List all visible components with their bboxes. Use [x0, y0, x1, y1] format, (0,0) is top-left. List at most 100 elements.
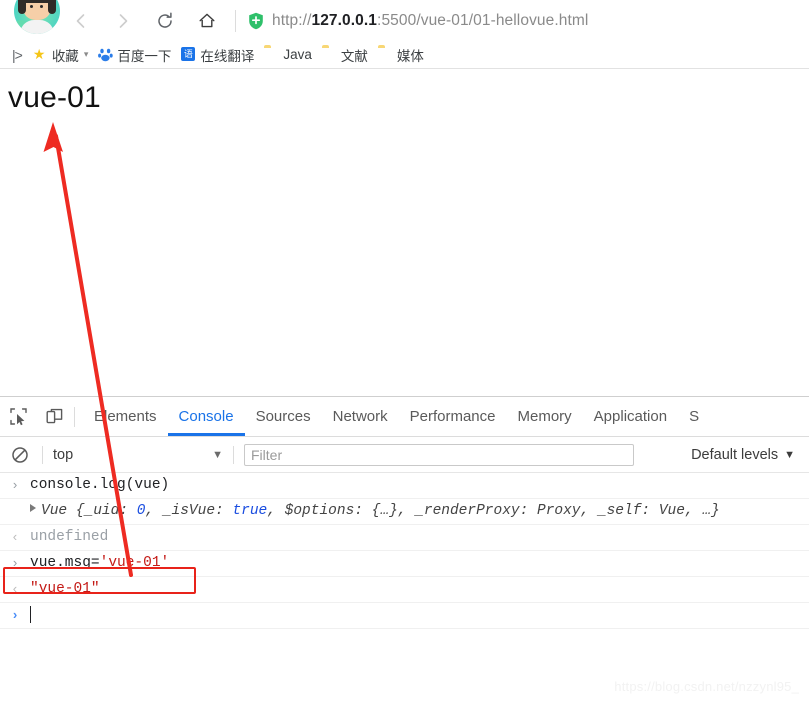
url-path: :5500/vue-01/01-hellovue.html — [377, 11, 589, 29]
chevron-down-icon: ▼ — [784, 448, 795, 461]
avatar-body — [20, 20, 54, 34]
console-prompt-row[interactable]: › — [0, 603, 809, 629]
device-toolbar-icon — [46, 408, 62, 424]
object-mid: , _isVue: — [145, 503, 233, 519]
browser-toolbar: http://127.0.0.1:5500/vue-01/01-hellovue… — [0, 0, 809, 41]
bookmark-translate[interactable]: 语 在线翻译 — [176, 44, 259, 66]
console-context-select[interactable]: top ▼ — [53, 447, 223, 463]
back-button[interactable] — [60, 0, 102, 41]
reload-button[interactable] — [144, 0, 186, 41]
console-command: vue.msg= — [30, 555, 100, 571]
bookmark-label: Java — [283, 47, 312, 62]
console-filter-bar: top ▼ Default levels ▼ — [0, 437, 809, 473]
translate-icon: 语 — [181, 47, 196, 62]
browser-window: http://127.0.0.1:5500/vue-01/01-hellovue… — [0, 0, 809, 701]
object-preview-text: Vue {_uid: 0, _isVue: true, $options: {…… — [41, 503, 720, 519]
device-toolbar-button[interactable] — [36, 397, 72, 437]
page-viewport: vue-01 — [0, 69, 809, 396]
star-icon: ★ — [32, 46, 46, 62]
baidu-icon — [98, 47, 114, 62]
bookmark-wenxian[interactable]: 文献 — [317, 44, 373, 66]
text-cursor — [30, 606, 31, 623]
console-result: undefined — [30, 529, 109, 545]
object-preview[interactable]: Vue {_uid: 0, _isVue: true, $options: {…… — [30, 502, 720, 521]
output-marker-icon: ‹ — [11, 530, 19, 545]
toolbar-divider — [235, 9, 236, 32]
folder-icon — [378, 47, 393, 62]
tab-sources[interactable]: Sources — [245, 397, 322, 436]
tab-memory[interactable]: Memory — [507, 397, 583, 436]
profile-avatar-wrap — [0, 0, 60, 41]
log-levels-label: Default levels — [691, 446, 779, 463]
chevron-down-icon: ▾ — [83, 49, 89, 59]
console-row-undefined: ‹ undefined — [0, 525, 809, 551]
tab-security[interactable]: S — [678, 397, 710, 436]
inspect-element-button[interactable] — [0, 397, 36, 437]
folder-icon — [322, 47, 337, 62]
bookmark-baidu[interactable]: 百度一下 — [93, 44, 176, 66]
filterbar-divider-1 — [42, 445, 43, 464]
clear-console-button[interactable] — [8, 443, 32, 467]
expand-triangle-icon[interactable] — [30, 504, 36, 512]
bookmark-label: 收藏 — [51, 48, 79, 64]
address-bar[interactable]: http://127.0.0.1:5500/vue-01/01-hellovue… — [243, 0, 809, 41]
inspect-element-icon — [9, 408, 27, 426]
devtools-panel: Elements Console Sources Network Perform… — [0, 396, 809, 701]
tab-application[interactable]: Application — [583, 397, 678, 436]
url-display: http://127.0.0.1:5500/vue-01/01-hellovue… — [272, 12, 588, 30]
home-button[interactable] — [186, 0, 228, 41]
log-levels-select[interactable]: Default levels ▼ — [691, 447, 801, 463]
url-scheme: http:// — [272, 11, 312, 29]
console-row-string-result: ‹ "vue-01" — [0, 577, 809, 603]
tab-performance[interactable]: Performance — [399, 397, 507, 436]
output-marker-icon: ‹ — [11, 582, 19, 597]
avatar-hair-right — [48, 0, 56, 14]
prompt-marker-icon: › — [11, 608, 19, 623]
tab-network[interactable]: Network — [322, 397, 399, 436]
avatar-hair-left — [18, 0, 26, 14]
filterbar-divider-2 — [233, 445, 234, 464]
input-marker-icon: › — [11, 556, 19, 571]
clear-console-icon — [12, 446, 28, 463]
console-command-string: 'vue-01' — [99, 555, 170, 571]
avatar-face — [23, 0, 51, 20]
bookmark-label: 百度一下 — [117, 48, 172, 64]
object-tail: , $options: {…}, _renderProxy: Proxy, _s… — [267, 503, 720, 519]
page-title: vue-01 — [8, 81, 101, 114]
bookmark-java[interactable]: Java — [259, 44, 317, 66]
console-command: console.log(vue) — [30, 477, 170, 493]
watermark: https://blog.csdn.net/nzzynl95_ — [614, 679, 799, 694]
bookmark-label: 媒体 — [396, 48, 424, 64]
console-context-value: top — [53, 446, 74, 463]
chevron-down-icon: ▼ — [212, 448, 223, 461]
avatar-eye-right — [40, 5, 43, 8]
shield-icon — [248, 12, 264, 30]
filter-input[interactable] — [244, 443, 634, 466]
tab-elements[interactable]: Elements — [83, 397, 168, 436]
devtools-tabbar: Elements Console Sources Network Perform… — [0, 397, 809, 437]
bookmarks-overflow-icon[interactable]: |> — [6, 47, 28, 63]
console-row-object[interactable]: Vue {_uid: 0, _isVue: true, $options: {…… — [0, 499, 809, 525]
console-output: › console.log(vue) Vue {_uid: 0, _isVue:… — [0, 473, 809, 629]
input-marker-icon: › — [11, 478, 19, 493]
folder-icon — [264, 47, 279, 62]
back-arrow-icon — [76, 13, 85, 28]
bookmark-meiti[interactable]: 媒体 — [373, 44, 429, 66]
object-value-isvue: true — [232, 503, 268, 519]
home-icon — [199, 13, 215, 27]
avatar[interactable] — [14, 0, 60, 34]
console-row-input[interactable]: › console.log(vue) — [0, 473, 809, 499]
console-result: "vue-01" — [30, 581, 100, 597]
tab-console[interactable]: Console — [168, 397, 245, 436]
devtools-divider — [74, 406, 75, 427]
forward-arrow-icon — [119, 13, 128, 28]
bookmark-label: 在线翻译 — [200, 48, 255, 64]
url-host: 127.0.0.1 — [311, 11, 378, 29]
bookmarks-bar: |> ★ 收藏 ▾ 百度一下 语 在线翻译 Java 文献 媒体 — [0, 41, 809, 69]
bookmark-label: 文献 — [340, 48, 368, 64]
reload-icon — [158, 12, 172, 28]
forward-button[interactable] — [102, 0, 144, 41]
object-ctor: Vue {_uid: — [41, 503, 137, 519]
console-row-input-highlighted[interactable]: › vue.msg='vue-01' — [0, 551, 809, 577]
bookmark-shoucang[interactable]: ★ 收藏 ▾ — [28, 44, 94, 66]
